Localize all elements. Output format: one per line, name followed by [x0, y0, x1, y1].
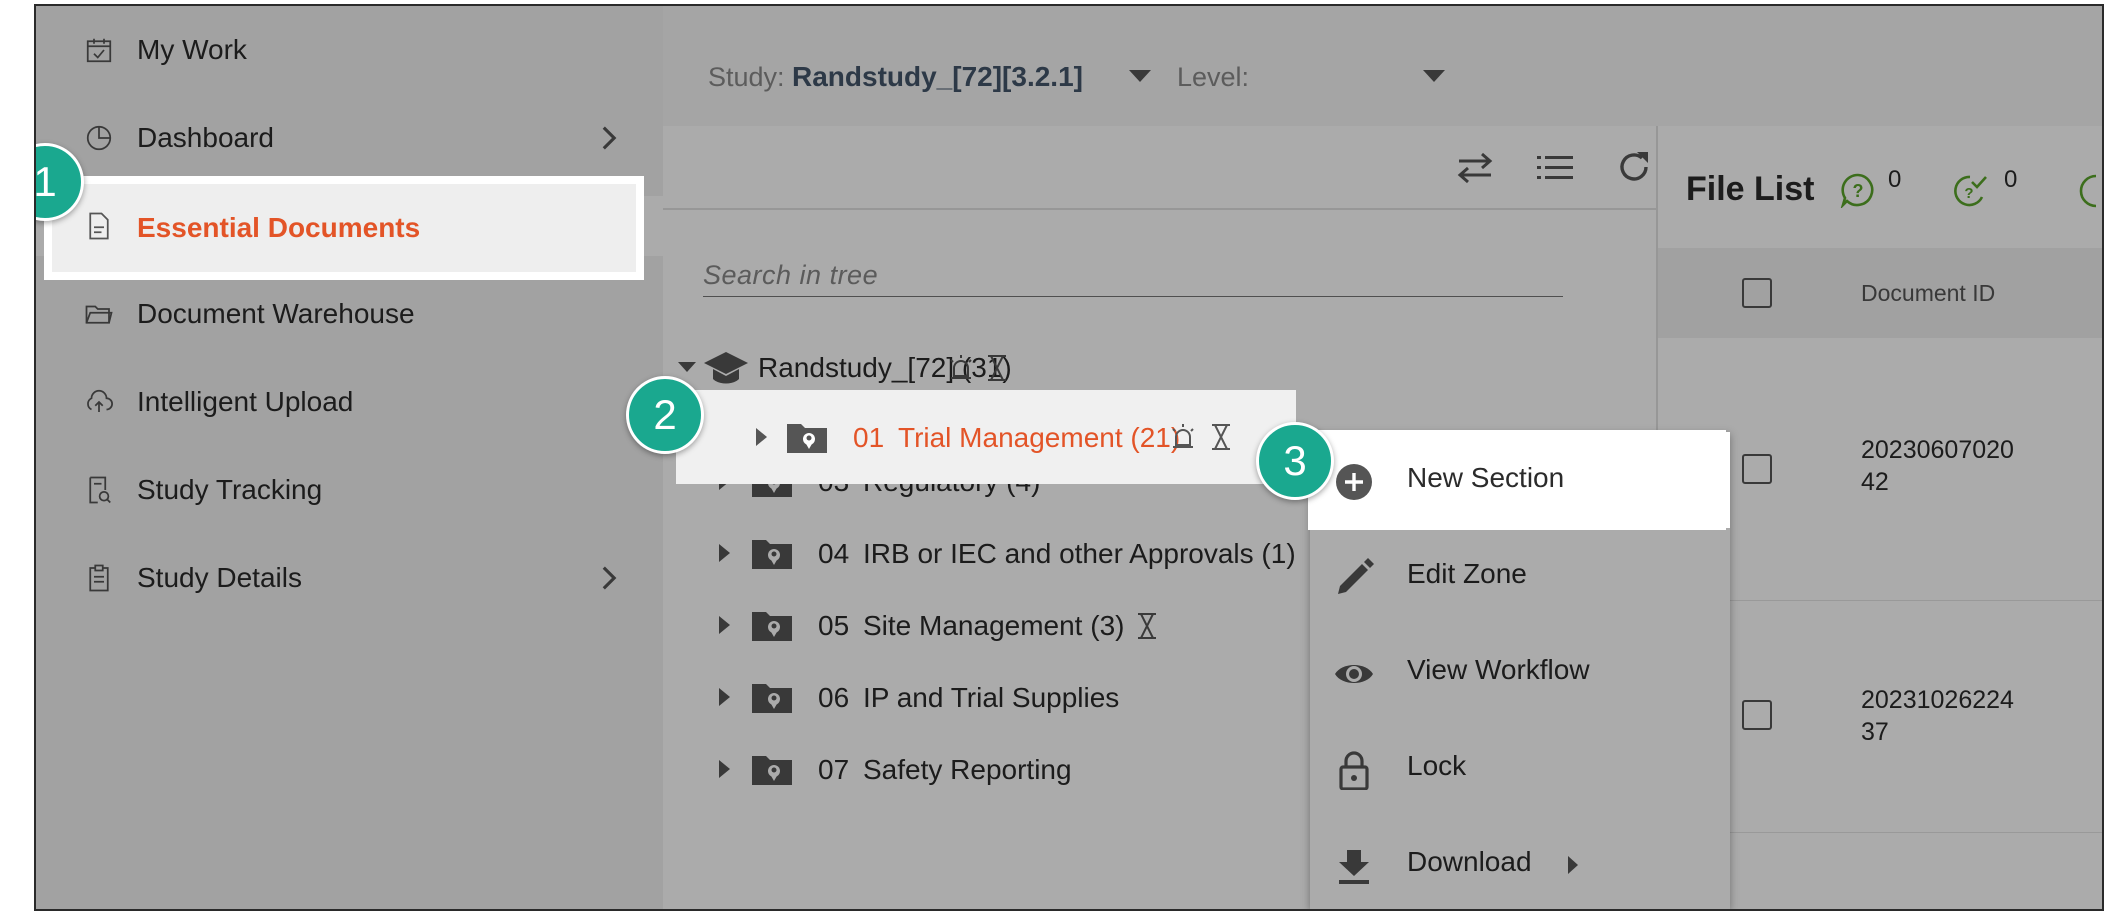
hourglass-icon: [1212, 424, 1230, 450]
highlight-essential-documents: Essential Documents: [44, 176, 644, 280]
document-icon: [89, 212, 109, 240]
folder-pin-icon: [787, 424, 827, 453]
callout-badge: 2: [626, 376, 704, 454]
app-window: My Work Dashboard Essential Documents Do…: [34, 4, 2104, 911]
highlight-label[interactable]: Essential Documents: [137, 212, 420, 244]
caret-right-icon[interactable]: [756, 428, 767, 446]
node-number: 01: [853, 422, 885, 453]
callout-badge: 3: [1256, 422, 1334, 500]
node-label: Trial Management (21): [898, 422, 1181, 453]
highlight-trial-management-node[interactable]: 01 Trial Management (21): [676, 390, 1296, 484]
alarm-icon: [1172, 424, 1194, 448]
